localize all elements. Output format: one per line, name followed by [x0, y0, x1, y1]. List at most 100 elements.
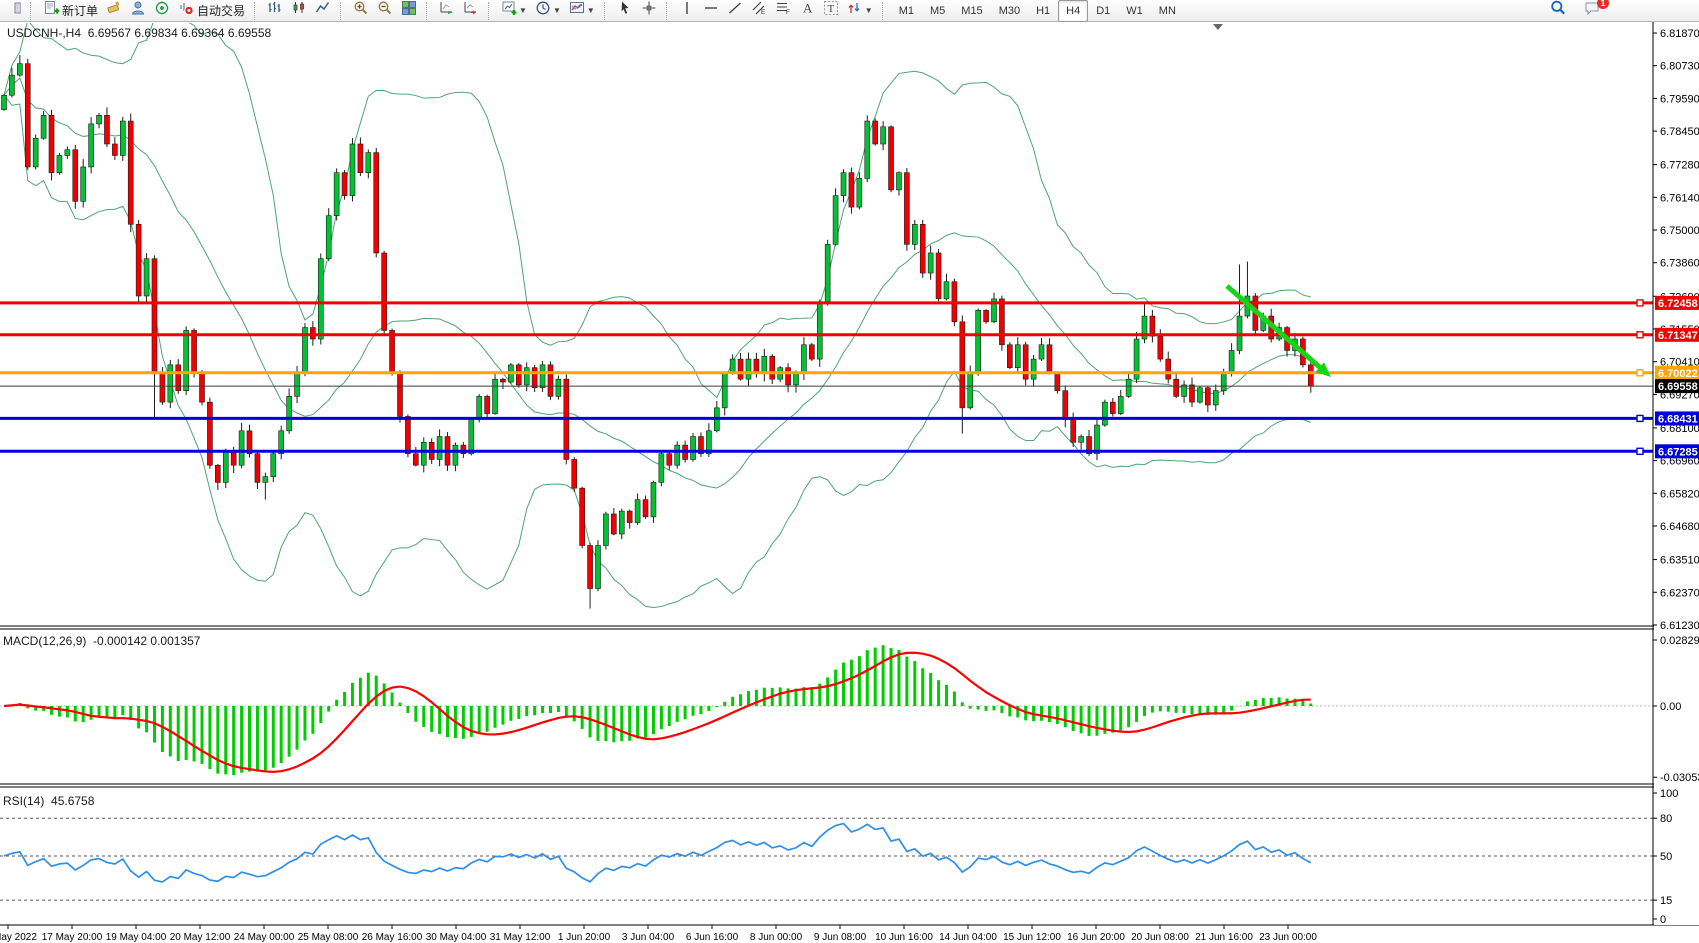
price-tick-label: 6.80730 — [1660, 61, 1699, 73]
candle — [857, 178, 862, 207]
chart-window: 6.818706.807306.795906.784506.772806.761… — [0, 22, 1699, 943]
candle — [176, 365, 181, 391]
new-order-button[interactable]: 新订单 — [39, 0, 102, 22]
label-button[interactable]: T — [819, 0, 843, 22]
crosshair-button[interactable] — [637, 0, 661, 22]
support-line-2-handle[interactable] — [1637, 448, 1643, 454]
templates-button[interactable]: ▼ — [565, 0, 599, 22]
search-button[interactable] — [1546, 0, 1570, 22]
support-line-1-handle[interactable] — [1637, 415, 1643, 421]
horizontal-line-button[interactable] — [699, 0, 723, 22]
bars-icon — [267, 0, 283, 21]
fibonacci-button[interactable]: F — [771, 0, 795, 22]
macd-tick-label: 0.02829 — [1660, 635, 1699, 647]
hline-icon — [703, 0, 719, 21]
shift-icon — [463, 0, 479, 21]
dropdown-arrow-icon[interactable]: ▼ — [519, 6, 527, 15]
zoom-out-button[interactable] — [373, 0, 397, 22]
time-axis-label[interactable]: 1 Jun 20:00 — [558, 932, 611, 943]
time-axis-label[interactable]: 21 Jun 16:00 — [1195, 932, 1253, 943]
price-chart[interactable]: 6.818706.807306.795906.784506.772806.761… — [0, 22, 1699, 943]
chart-shift-button[interactable] — [459, 0, 483, 22]
time-axis-label[interactable]: 19 May 04:00 — [106, 932, 167, 943]
resistance-line-1-handle[interactable] — [1637, 300, 1643, 306]
shapes-icon — [847, 0, 863, 21]
timeframe-button-d1[interactable]: D1 — [1088, 0, 1118, 22]
time-axis-label[interactable]: 6 Jun 16:00 — [686, 932, 739, 943]
timeframe-button-m1[interactable]: M1 — [891, 0, 922, 22]
candle — [469, 419, 474, 453]
candle — [635, 500, 640, 523]
timeframe-button-mn[interactable]: MN — [1151, 0, 1184, 22]
dropdown-arrow-icon[interactable]: ▼ — [553, 6, 561, 15]
time-axis-label[interactable]: 24 May 00:00 — [234, 932, 295, 943]
time-axis-label[interactable]: 9 Jun 08:00 — [814, 932, 867, 943]
time-axis-label[interactable]: 16 Jun 20:00 — [1067, 932, 1125, 943]
time-axis-label[interactable]: 16 May 2022 — [0, 932, 37, 943]
channel-button[interactable]: E — [747, 0, 771, 22]
time-axis-label[interactable]: 25 May 08:00 — [298, 932, 359, 943]
time-axis-label[interactable]: 15 Jun 12:00 — [1003, 932, 1061, 943]
candle — [1150, 316, 1155, 336]
line-chart-button[interactable] — [311, 0, 335, 22]
time-axis-label[interactable]: 23 Jun 00:00 — [1259, 932, 1317, 943]
candle — [97, 115, 102, 124]
candle — [1126, 379, 1131, 396]
candle — [421, 442, 426, 465]
candles-icon — [291, 0, 307, 21]
candle — [770, 356, 775, 379]
timeframe-button-h4[interactable]: H4 — [1058, 0, 1088, 22]
price-tick-label: 6.65820 — [1660, 488, 1699, 500]
time-axis-label[interactable]: 3 Jun 04:00 — [622, 932, 675, 943]
time-axis-label[interactable]: 14 Jun 04:00 — [939, 932, 997, 943]
time-axis-label[interactable]: 26 May 16:00 — [362, 932, 423, 943]
candle — [1190, 385, 1195, 402]
person-icon — [130, 0, 146, 21]
candle — [17, 64, 22, 75]
vertical-line-button[interactable] — [675, 0, 699, 22]
notifications-button[interactable]: 1 — [1580, 0, 1604, 22]
highlighter-button[interactable] — [102, 0, 126, 22]
trendline-button[interactable] — [723, 0, 747, 22]
search-icon — [1550, 0, 1566, 21]
candle — [1205, 388, 1210, 405]
bar-chart-button[interactable] — [263, 0, 287, 22]
candle — [675, 445, 680, 465]
timeframe-button-m30[interactable]: M30 — [991, 0, 1028, 22]
cursor-button[interactable] — [613, 0, 637, 22]
autotrading-button[interactable]: 自动交易 — [174, 0, 249, 22]
toolbar-group: 新订单 自动交易 — [38, 0, 250, 22]
time-axis-label[interactable]: 10 Jun 16:00 — [875, 932, 933, 943]
text-button[interactable]: A — [795, 0, 819, 22]
time-axis-label[interactable]: 31 May 12:00 — [490, 932, 551, 943]
timeframe-button-m15[interactable]: M15 — [953, 0, 990, 22]
zoom-in-button[interactable] — [349, 0, 373, 22]
time-axis-label[interactable]: 20 Jun 08:00 — [1131, 932, 1189, 943]
periods-button[interactable]: ▼ — [531, 0, 565, 22]
timeframe-button-w1[interactable]: W1 — [1118, 0, 1151, 22]
rsi-tick-label: 15 — [1660, 895, 1672, 907]
pivot-line-handle[interactable] — [1637, 370, 1643, 376]
tile-windows-button[interactable] — [397, 0, 421, 22]
time-axis-label[interactable]: 8 Jun 00:00 — [750, 932, 803, 943]
partial-icon — [1, 0, 25, 22]
expert-advisor-button[interactable] — [126, 0, 150, 22]
candle — [398, 373, 403, 416]
arrows-button[interactable]: ▼ — [843, 0, 877, 22]
candle — [611, 514, 616, 534]
auto-scroll-button[interactable] — [435, 0, 459, 22]
candle — [833, 196, 838, 245]
candle — [128, 121, 133, 224]
time-axis-label[interactable]: 17 May 20:00 — [42, 932, 103, 943]
new-chart-button[interactable]: ▼ — [497, 0, 531, 22]
market-watch-button[interactable] — [150, 0, 174, 22]
timeframe-button-h1[interactable]: H1 — [1028, 0, 1058, 22]
candlestick-chart-button[interactable] — [287, 0, 311, 22]
resistance-line-2-handle[interactable] — [1637, 332, 1643, 338]
mt4-terminal: { "toolbar": { "new_order_label": "新订单",… — [0, 0, 1699, 943]
timeframe-button-m5[interactable]: M5 — [922, 0, 953, 22]
time-axis-label[interactable]: 30 May 04:00 — [426, 932, 487, 943]
time-axis-label[interactable]: 20 May 12:00 — [170, 932, 231, 943]
dropdown-arrow-icon[interactable]: ▼ — [587, 6, 595, 15]
dropdown-arrow-icon[interactable]: ▼ — [865, 6, 873, 15]
